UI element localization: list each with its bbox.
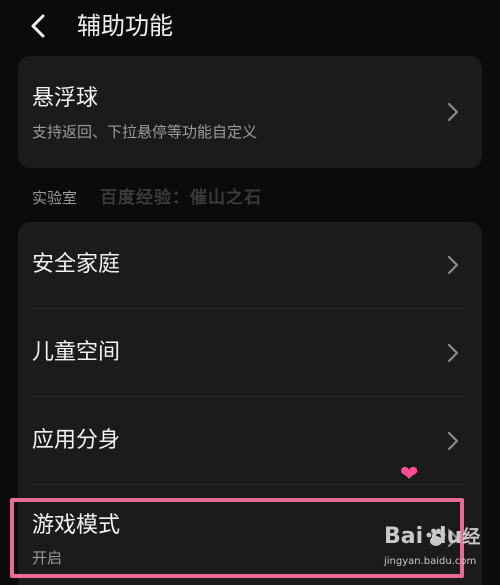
list-item-safe-family[interactable]: 安全家庭 (18, 222, 482, 308)
game-mode-status: 开启 (32, 549, 63, 567)
baidu-url: jingyan.baidu.com (384, 556, 477, 567)
chevron-right-icon (447, 431, 459, 451)
list-item-title: 游戏模式 (32, 513, 121, 538)
list-item-title: 安全家庭 (32, 252, 121, 277)
list-item-kids-space[interactable]: 儿童空间 (18, 309, 482, 396)
watermark-text: 百度经验：催山之石 (100, 188, 262, 208)
list-item-title: 儿童空间 (32, 340, 121, 365)
floating-ball-title: 悬浮球 (32, 86, 99, 111)
chevron-right-icon (447, 343, 459, 363)
back-arrow-icon[interactable] (26, 10, 50, 42)
page-title: 辅助功能 (77, 12, 173, 40)
floating-ball-card: 悬浮球 支持返回、下拉悬停等功能自定义 (18, 56, 482, 168)
floating-ball-row[interactable]: 悬浮球 支持返回、下拉悬停等功能自定义 (18, 56, 482, 168)
section-label-lab: 实验室 (32, 189, 78, 207)
heart-icon: ❤ (400, 462, 419, 487)
baidu-suffix-text: 经 (462, 527, 481, 548)
baidu-paw-icon (426, 528, 446, 546)
header: 辅助功能 (0, 0, 500, 52)
list-item-title: 应用分身 (32, 428, 121, 453)
floating-ball-subtitle: 支持返回、下拉悬停等功能自定义 (32, 123, 258, 141)
chevron-right-icon (447, 102, 459, 122)
baidu-jingyan-logo: Bai du经 jingyan.baidu.com (384, 524, 494, 568)
accessibility-screen: 辅助功能 悬浮球 支持返回、下拉悬停等功能自定义 实验室 百度经验：催山之石 安… (0, 0, 500, 585)
chevron-right-icon (447, 255, 459, 275)
